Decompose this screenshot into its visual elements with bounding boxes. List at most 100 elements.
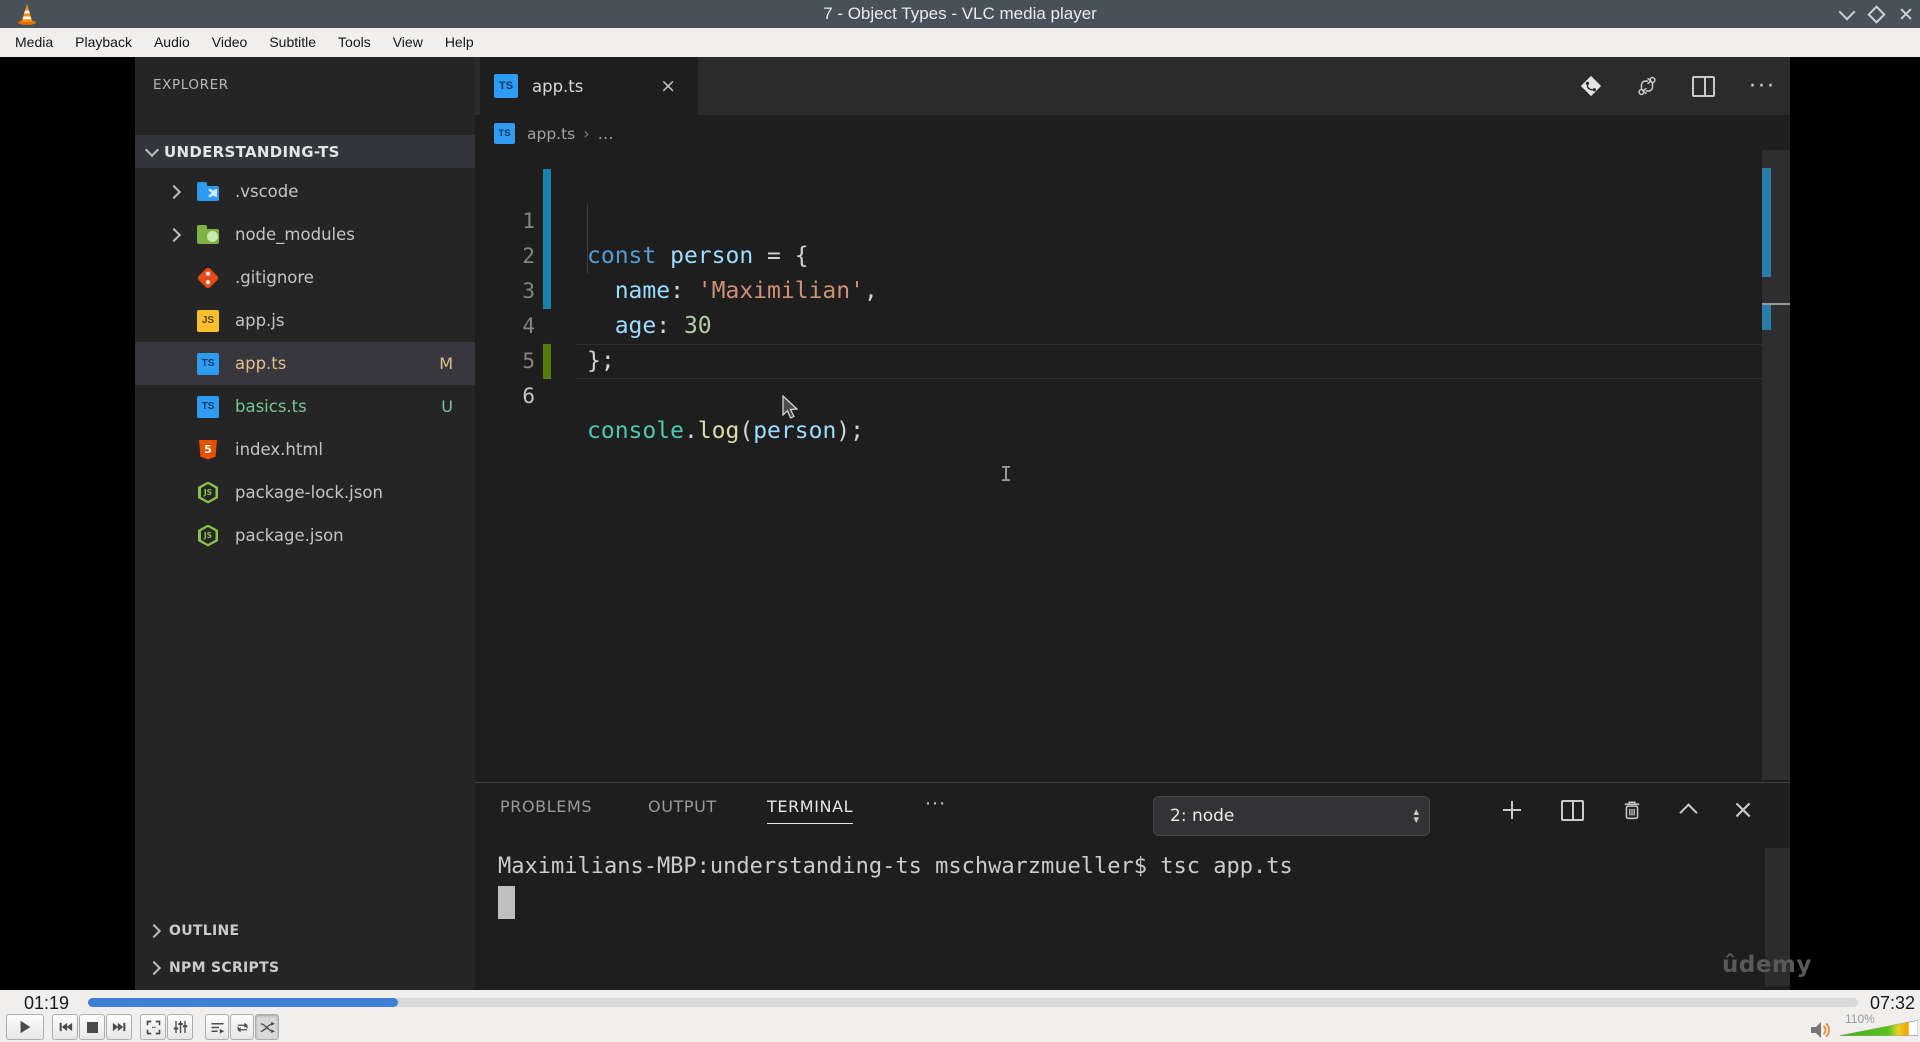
terminal-output: Maximilians-MBP:understanding-ts mschwar…	[498, 854, 1293, 879]
new-terminal-icon[interactable]	[1497, 795, 1527, 825]
code-line: 6 console.log(person);	[522, 384, 864, 444]
vlc-controls: 01:19 07:32 110%	[0, 990, 1920, 1042]
code-line: 4 };	[522, 314, 615, 374]
file-row-node-modules[interactable]: node_modules	[135, 213, 475, 256]
node-modules-folder-icon	[197, 224, 219, 244]
node-file-icon: JS	[198, 481, 218, 504]
loop-button[interactable]	[230, 1014, 254, 1040]
menu-tools[interactable]: Tools	[327, 28, 382, 57]
html-file-icon: 5	[199, 439, 217, 460]
shuffle-button[interactable]	[255, 1014, 279, 1040]
git-modified-badge: M	[439, 354, 453, 373]
editor-area: TS app.ts × ··· TS app.ts › … 1 const pe…	[475, 57, 1790, 990]
close-panel-icon[interactable]: ×	[1728, 795, 1758, 825]
udemy-watermark: ûdemy	[1722, 952, 1812, 978]
file-row-basics-ts[interactable]: TS basics.ts U	[135, 385, 475, 428]
sidebar-section-npm-scripts[interactable]: NPM SCRIPTS	[135, 952, 475, 984]
vlc-menubar: Media Playback Audio Video Subtitle Tool…	[0, 28, 1920, 57]
panel-tab-output[interactable]: OUTPUT	[648, 797, 717, 823]
vscode-folder-icon	[197, 181, 219, 201]
explorer-sidebar: EXPLORER UNDERSTANDING-TS .vscode node_m…	[135, 57, 475, 990]
stop-button[interactable]	[79, 1014, 105, 1040]
menu-view[interactable]: View	[382, 28, 434, 57]
menu-media[interactable]: Media	[4, 28, 64, 57]
js-file-icon: JS	[197, 309, 219, 332]
vlc-window: 7 - Object Types - VLC media player Medi…	[0, 0, 1920, 1042]
file-row-app-js[interactable]: JS app.js	[135, 299, 475, 342]
explorer-title: EXPLORER	[153, 77, 229, 93]
chevron-right-icon	[146, 923, 162, 939]
time-elapsed: 01:19	[24, 993, 70, 1013]
breadcrumb-separator: ›	[583, 124, 590, 143]
maximize-icon[interactable]	[1867, 4, 1886, 24]
git-compare-icon[interactable]	[1636, 75, 1658, 97]
code-line: 2 name: 'Maximilian',	[522, 244, 878, 304]
extended-settings-button[interactable]	[167, 1014, 193, 1040]
breadcrumb[interactable]: TS app.ts › …	[475, 115, 1790, 152]
editor-more-actions-icon[interactable]: ···	[1749, 74, 1776, 99]
panel-tab-problems[interactable]: PROBLEMS	[500, 797, 592, 823]
menu-help[interactable]: Help	[434, 28, 485, 57]
terminal-cursor	[498, 886, 515, 919]
tab-close-icon[interactable]: ×	[660, 75, 676, 97]
window-title: 7 - Object Types - VLC media player	[823, 4, 1097, 23]
code-line: 1 const person = {	[522, 209, 809, 269]
ts-file-icon: TS	[197, 395, 219, 418]
ts-file-icon: TS	[494, 74, 518, 98]
chevron-right-icon	[166, 184, 182, 199]
seek-bar[interactable]	[88, 998, 1858, 1007]
chevron-right-icon	[146, 960, 162, 976]
next-button[interactable]	[106, 1014, 132, 1040]
chevron-down-icon	[144, 142, 160, 158]
file-row-vscode[interactable]: .vscode	[135, 170, 475, 213]
minimize-icon[interactable]	[1838, 3, 1856, 21]
code-line: 3 age: 30	[522, 279, 712, 339]
vscode-window: EXPLORER UNDERSTANDING-TS .vscode node_m…	[135, 57, 1811, 990]
file-row-app-ts[interactable]: TS app.ts M	[135, 342, 475, 385]
ts-file-icon: TS	[197, 352, 219, 375]
git-file-icon	[196, 266, 220, 289]
chevron-right-icon	[166, 227, 182, 242]
breadcrumb-more[interactable]: …	[598, 124, 614, 143]
close-icon[interactable]	[1900, 8, 1912, 20]
code-line: 5	[522, 349, 535, 373]
overview-added-mark	[1762, 305, 1771, 330]
volume-slider[interactable]	[1840, 1018, 1918, 1038]
previous-button[interactable]	[52, 1014, 78, 1040]
sidebar-section-outline[interactable]: OUTLINE	[135, 915, 475, 947]
menu-playback[interactable]: Playback	[64, 28, 143, 57]
file-row-package-json[interactable]: JS package.json	[135, 514, 475, 557]
terminal-panel: PROBLEMS OUTPUT TERMINAL ··· 2: node ▴▾	[475, 782, 1790, 990]
file-row-gitignore[interactable]: .gitignore	[135, 256, 475, 299]
open-changes-icon[interactable]	[1580, 75, 1602, 97]
git-untracked-badge: U	[441, 397, 453, 416]
node-file-icon: JS	[198, 524, 218, 547]
menu-subtitle[interactable]: Subtitle	[258, 28, 327, 57]
fullscreen-button[interactable]	[140, 1014, 166, 1040]
terminal-select[interactable]: 2: node ▴ ▾	[1153, 796, 1430, 836]
tab-app-ts[interactable]: TS app.ts ×	[480, 57, 698, 115]
text-cursor: I	[1000, 462, 1013, 486]
split-terminal-icon[interactable]	[1557, 795, 1587, 825]
panel-more-icon[interactable]: ···	[925, 793, 946, 815]
menu-video[interactable]: Video	[201, 28, 259, 57]
panel-tab-terminal[interactable]: TERMINAL	[767, 797, 854, 824]
vlc-logo-icon	[18, 4, 36, 25]
vlc-titlebar: 7 - Object Types - VLC media player	[0, 0, 1920, 28]
explorer-root-folder[interactable]: UNDERSTANDING-TS	[135, 135, 475, 168]
play-button[interactable]	[6, 1014, 44, 1040]
split-editor-icon[interactable]	[1692, 75, 1716, 97]
code-editor[interactable]: 1 const person = { 2 name: 'Maximilian',…	[475, 152, 1790, 782]
file-row-index-html[interactable]: 5 index.html	[135, 428, 475, 471]
file-row-package-lock[interactable]: JS package-lock.json	[135, 471, 475, 514]
select-arrows-icon: ▴ ▾	[1413, 805, 1419, 826]
speaker-icon[interactable]	[1810, 1021, 1834, 1039]
video-area[interactable]: EXPLORER UNDERSTANDING-TS .vscode node_m…	[0, 57, 1920, 990]
playlist-button[interactable]	[205, 1014, 229, 1040]
menu-audio[interactable]: Audio	[143, 28, 201, 57]
seek-progress	[88, 998, 398, 1007]
kill-terminal-icon[interactable]	[1617, 795, 1647, 825]
overview-cursor-mark	[1762, 303, 1790, 305]
mouse-cursor	[782, 395, 799, 419]
maximize-panel-icon[interactable]	[1673, 795, 1703, 825]
